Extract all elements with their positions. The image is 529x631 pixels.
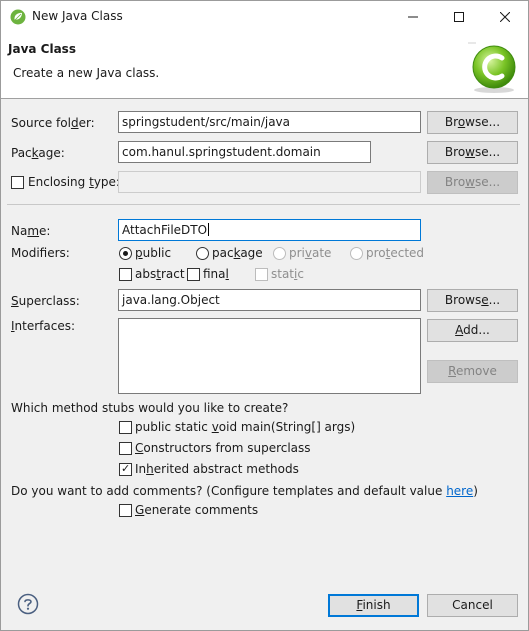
modifier-final-checkbox[interactable] xyxy=(187,268,200,281)
finish-button[interactable]: Finish xyxy=(328,594,419,617)
modifier-abstract-checkbox[interactable] xyxy=(119,268,132,281)
close-button[interactable] xyxy=(482,1,528,32)
stub-inherited-label: Inherited abstract methods xyxy=(135,462,299,476)
text-caret xyxy=(208,223,210,236)
maximize-icon xyxy=(454,11,464,22)
wizard-banner: Java Class Create a new Java class. xyxy=(1,32,528,99)
comments-question: Do you want to add comments? (Configure … xyxy=(11,484,478,498)
stub-constructors-checkbox[interactable] xyxy=(119,442,132,455)
separator xyxy=(7,204,520,205)
maximize-button[interactable] xyxy=(436,1,482,32)
package-label: Package: xyxy=(11,146,65,160)
stub-main-label: public static void main(String[] args) xyxy=(135,420,356,434)
modifier-static-checkbox[interactable] xyxy=(255,268,268,281)
add-interface-button[interactable]: Add... xyxy=(427,319,518,342)
source-folder-browse-button[interactable]: Browse... xyxy=(427,111,518,134)
superclass-browse-button[interactable]: Browse... xyxy=(427,289,518,312)
modifier-package-label: package xyxy=(212,246,263,260)
stub-main-checkbox[interactable] xyxy=(119,421,132,434)
modifier-private-label: private xyxy=(289,246,332,260)
modifier-final-label: final xyxy=(203,267,229,281)
checkmark-icon: ✓ xyxy=(121,462,131,475)
new-java-class-dialog: New Java Class Java Class Create a new J… xyxy=(0,0,529,631)
close-icon xyxy=(500,11,510,22)
modifier-protected-label: protected xyxy=(366,246,425,260)
superclass-field[interactable]: java.lang.Object xyxy=(118,289,421,311)
stub-constructors-label: Constructors from superclass xyxy=(135,441,311,455)
modifier-static-label: static xyxy=(271,267,304,281)
source-folder-field[interactable]: springstudent/src/main/java xyxy=(118,111,421,133)
modifier-public-label: public xyxy=(135,246,172,260)
modifiers-label: Modifiers: xyxy=(11,246,70,260)
enclosing-type-field[interactable] xyxy=(118,171,421,193)
window-title: New Java Class xyxy=(32,9,123,23)
minimize-icon xyxy=(408,16,418,17)
generate-comments-label: Generate comments xyxy=(135,503,259,517)
generate-comments-checkbox[interactable] xyxy=(119,504,132,517)
banner-title: Java Class xyxy=(8,42,76,56)
enclosing-type-checkbox[interactable] xyxy=(11,176,24,189)
stub-inherited-checkbox[interactable]: ✓ xyxy=(119,462,132,476)
interfaces-list[interactable] xyxy=(118,318,421,394)
modifier-private-radio[interactable] xyxy=(273,247,286,260)
remove-interface-button[interactable]: Remove xyxy=(427,360,518,383)
modifier-public-radio[interactable] xyxy=(119,247,132,260)
method-stubs-question: Which method stubs would you like to cre… xyxy=(11,401,289,415)
spring-leaf-icon xyxy=(10,9,26,25)
name-field[interactable]: AttachFileDTO xyxy=(118,219,421,241)
new-class-c-icon xyxy=(468,42,516,93)
minimize-button[interactable] xyxy=(390,1,436,32)
radio-selected-dot xyxy=(123,251,128,256)
source-folder-label: Source folder: xyxy=(11,116,95,130)
package-browse-button[interactable]: Browse... xyxy=(427,141,518,164)
enclosing-type-label: Enclosing type: xyxy=(28,175,120,189)
modifier-abstract-label: abstract xyxy=(135,267,185,281)
title-bar: New Java Class xyxy=(1,1,528,32)
name-label: Name: xyxy=(11,224,51,238)
enclosing-type-browse-button[interactable]: Browse... xyxy=(427,171,518,194)
configure-templates-link[interactable]: here xyxy=(446,484,473,498)
modifier-package-radio[interactable] xyxy=(196,247,209,260)
help-question-icon[interactable] xyxy=(17,593,39,615)
superclass-label: Superclass: xyxy=(11,294,80,308)
banner-message: Create a new Java class. xyxy=(13,66,160,80)
package-field[interactable]: com.hanul.springstudent.domain xyxy=(118,141,371,163)
modifier-protected-radio[interactable] xyxy=(350,247,363,260)
cancel-button[interactable]: Cancel xyxy=(427,594,518,617)
interfaces-label: Interfaces: xyxy=(11,319,76,333)
